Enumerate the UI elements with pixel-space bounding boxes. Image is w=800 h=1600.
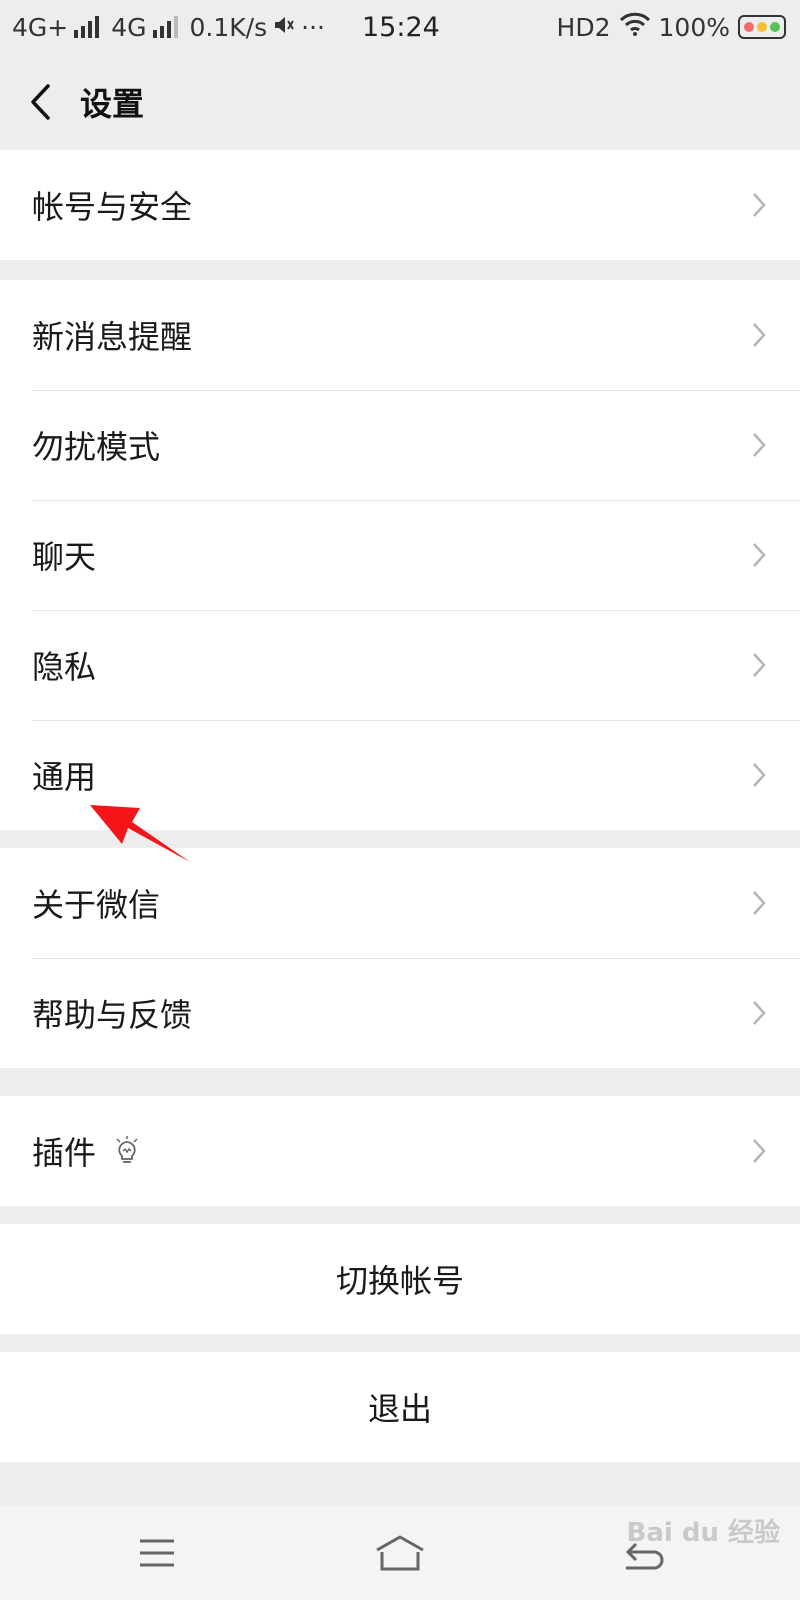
menu-item-label: 帮助与反馈 (32, 996, 193, 1034)
network-speed: 0.1K/s (189, 12, 268, 42)
menu-item-privacy[interactable]: 隐私 (0, 610, 800, 720)
chevron-right-icon (753, 193, 766, 217)
battery-percent: 100% (658, 12, 730, 42)
watermark: Bai du 经验 (626, 1518, 781, 1548)
mute-icon (273, 13, 295, 42)
menu-item-label: 勿扰模式 (32, 428, 161, 466)
battery-icon (738, 15, 786, 39)
menu-item-label: 帐号与安全 (32, 188, 193, 226)
menu-item-account-security[interactable]: 帐号与安全 (0, 150, 800, 260)
menu-item-general[interactable]: 通用 (0, 720, 800, 830)
home-icon[interactable] (374, 1534, 426, 1572)
chevron-right-icon (753, 1139, 766, 1163)
chevron-right-icon (753, 323, 766, 347)
header: 设置 (0, 54, 800, 150)
page-title: 设置 (80, 85, 145, 123)
menu-item-label: 插件 (32, 1134, 97, 1172)
wifi-icon (619, 11, 651, 43)
switch-account-label: 切换帐号 (335, 1262, 464, 1300)
menu-item-about[interactable]: 关于微信 (0, 848, 800, 958)
divider (32, 500, 800, 501)
status-left: 4G+ 4G 0.1K/s ··· (12, 13, 325, 42)
divider (32, 390, 800, 391)
menu-item-chat[interactable]: 聊天 (0, 500, 800, 610)
menu-item-help[interactable]: 帮助与反馈 (0, 958, 800, 1068)
chevron-right-icon (753, 433, 766, 457)
status-right: HD2 100% (557, 11, 786, 43)
divider (32, 610, 800, 611)
status-time: 15:24 (362, 11, 440, 43)
menu-item-label: 新消息提醒 (32, 318, 193, 356)
menu-item-do-not-disturb[interactable]: 勿扰模式 (0, 390, 800, 500)
signal-icon-2 (152, 16, 178, 38)
menu-item-new-message[interactable]: 新消息提醒 (0, 280, 800, 390)
menu-item-label: 关于微信 (32, 886, 161, 924)
status-bar: 4G+ 4G 0.1K/s ··· 15:24 HD2 100% (0, 0, 800, 54)
chevron-right-icon (753, 1001, 766, 1025)
network-type-1: 4G+ (12, 12, 69, 42)
chevron-right-icon (753, 763, 766, 787)
lightbulb-icon (116, 1136, 138, 1163)
chevron-right-icon (753, 543, 766, 567)
divider (32, 958, 800, 959)
switch-account-button[interactable]: 切换帐号 (0, 1224, 800, 1334)
more-status: ··· (301, 12, 325, 42)
menu-item-label: 隐私 (32, 648, 97, 686)
divider (32, 720, 800, 721)
chevron-right-icon (753, 891, 766, 915)
menu-item-label: 通用 (32, 758, 97, 796)
back-arrow-icon (31, 84, 50, 120)
menu-icon[interactable] (138, 1538, 176, 1568)
menu-item-plugins[interactable]: 插件 (0, 1096, 800, 1206)
signal-icon (74, 16, 100, 38)
logout-label: 退出 (367, 1390, 432, 1428)
chevron-right-icon (753, 653, 766, 677)
back-button[interactable] (0, 54, 80, 150)
hd-indicator: HD2 (556, 12, 611, 42)
menu-item-label: 聊天 (32, 538, 97, 576)
network-type-2: 4G (111, 12, 147, 42)
logout-button[interactable]: 退出 (0, 1352, 800, 1462)
